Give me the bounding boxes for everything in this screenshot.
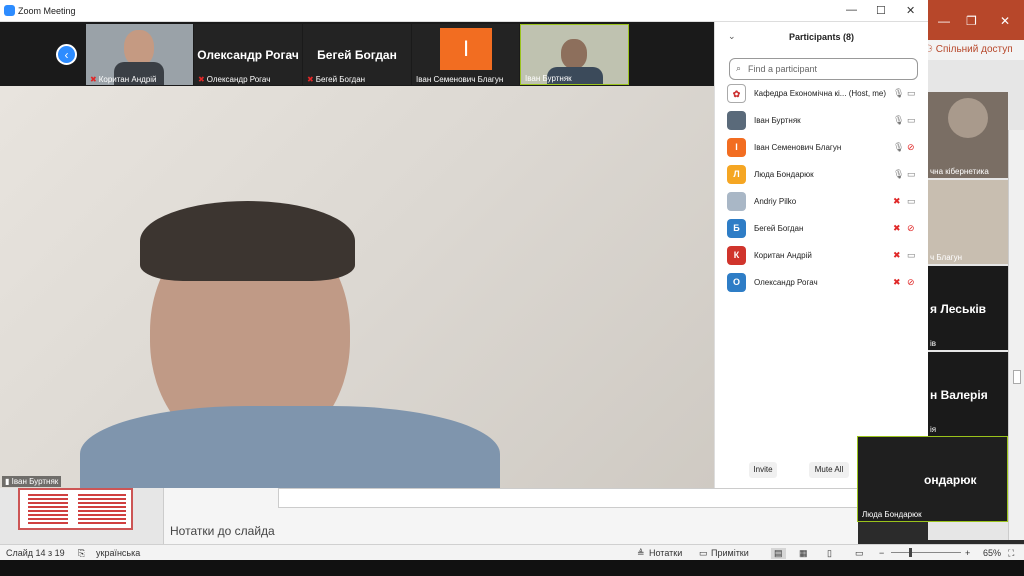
mic-muted-icon: ✖ (893, 250, 901, 260)
video-tile: н Валерія ія (928, 352, 1008, 436)
slide-sorter-icon[interactable]: ▦ (799, 548, 808, 559)
active-speaker-video (0, 86, 714, 488)
camera-icon: ▭ (907, 169, 916, 179)
camera-off-icon: ⊘ (907, 223, 915, 233)
video-tile: ч Благун (928, 180, 1008, 264)
emblem-image (948, 98, 988, 138)
camera-off-icon: ⊘ (907, 277, 915, 287)
minimize-icon[interactable]: — (846, 4, 857, 16)
spellcheck-icon[interactable]: ⎘ (78, 548, 85, 559)
scroll-thumb[interactable] (1013, 370, 1021, 384)
zoom-slider[interactable] (891, 552, 961, 553)
participant-row[interactable]: Іван Буртняк 🎙 ▭ (727, 111, 923, 131)
mic-muted-icon: ✖ (893, 196, 901, 206)
slide-counter: Слайд 14 з 19 (6, 548, 65, 558)
participant-row[interactable]: Andriy Pilko ✖ ▭ (727, 192, 923, 212)
video-tile-begey[interactable]: Бегей Богдан ✖ Бегей Богдан (303, 24, 411, 85)
camera-off-icon: ⊘ (907, 142, 915, 152)
avatar: К (727, 246, 746, 265)
mic-icon: 🎙 (893, 88, 905, 98)
close-icon[interactable]: ✕ (1000, 14, 1010, 28)
signal-icon: ▮ (5, 477, 12, 486)
window-title: Zoom Meeting (18, 6, 76, 16)
slide-canvas[interactable] (278, 488, 858, 508)
camera-icon: ▭ (907, 88, 916, 98)
avatar (727, 192, 746, 211)
mic-muted-icon: ✖ (893, 223, 901, 233)
panel-title: Participants (8) (788, 32, 855, 42)
participant-row[interactable]: І Іван Семенович Благун 🎙 ⊘ (727, 138, 923, 158)
participant-row[interactable]: О Олександр Рогач ✖ ⊘ (727, 273, 923, 293)
participant-row[interactable]: К Коритан Андрій ✖ ▭ (727, 246, 923, 266)
chevron-left-icon: ‹ (64, 48, 69, 62)
restore-icon[interactable]: ❐ (966, 14, 977, 28)
zoom-level[interactable]: 65% (983, 548, 1001, 558)
video-tile: чна кібернетика (928, 92, 1008, 178)
video-tile-koritan[interactable]: ✖ Коритан Андрій (86, 24, 193, 85)
zoom-logo-icon (4, 5, 15, 16)
zoom-in-icon[interactable]: + (965, 548, 970, 558)
comments-icon: ▭ (699, 548, 708, 558)
avatar: Л (727, 165, 746, 184)
video-tile-rogach[interactable]: Олександр Рогач ✖ Олександр Рогач (194, 24, 302, 85)
zoom-titlebar: Zoom Meeting — ☐ ✕ (0, 0, 928, 22)
mic-muted-icon: ✖ (90, 75, 97, 84)
mic-muted-icon: ✖ (198, 75, 205, 84)
avatar: О (727, 273, 746, 292)
taskbar-edge (0, 560, 1024, 576)
camera-icon: ▭ (907, 250, 916, 260)
minimize-icon[interactable]: — (938, 14, 950, 28)
video-tile-burtnyak[interactable]: Іван Буртняк (520, 24, 629, 85)
participant-video (561, 39, 587, 69)
participants-panel: ⌄ Participants (8) ⌕ Find a participant … (714, 22, 928, 488)
speaker-shirt (80, 406, 500, 488)
video-tile-blagun[interactable]: І Іван Семенович Благун (412, 24, 519, 85)
participant-video (124, 30, 154, 66)
notes-placeholder[interactable]: Нотатки до слайда (170, 524, 275, 538)
language-label[interactable]: українська (96, 548, 140, 558)
share-button[interactable]: ⚇ Спільний доступ (918, 40, 1024, 60)
avatar: І (440, 28, 492, 70)
fit-slide-icon[interactable]: ⛶ (1008, 548, 1014, 559)
mic-icon: 🎙 (893, 142, 905, 152)
participant-row[interactable]: Б Бегей Богдан ✖ ⊘ (727, 219, 923, 239)
slideshow-icon[interactable]: ▭ (855, 548, 864, 559)
zoom-out-icon[interactable]: − (879, 548, 884, 558)
speaker-caption: ▮ Іван Буртняк (2, 476, 62, 487)
mute-all-button[interactable]: Mute All (809, 462, 849, 478)
mic-muted-icon: ✖ (893, 277, 901, 287)
zoom-slider-thumb[interactable] (909, 548, 912, 557)
notes-icon: ≜ (637, 548, 645, 558)
floating-video-tile[interactable]: ондарюк Люда Бондарюк (857, 436, 1008, 522)
avatar: ✿ (727, 84, 746, 103)
previous-page-button[interactable]: ‹ (56, 44, 77, 65)
comments-button[interactable]: Примітки (711, 548, 749, 558)
camera-icon: ▭ (907, 196, 916, 206)
mic-icon: 🎙 (893, 115, 905, 125)
participant-row[interactable]: ✿ Кафедра Економічна кі... (Host, me) 🎙 … (727, 84, 923, 104)
mic-muted-icon: ✖ (307, 75, 314, 84)
avatar (727, 111, 746, 130)
powerpoint-titlebar: — ❐ ✕ (928, 0, 1024, 40)
reading-view-icon[interactable]: ▯ (827, 548, 832, 559)
participant-search-input[interactable]: ⌕ Find a participant (729, 58, 918, 80)
slide-thumbnail[interactable] (18, 488, 133, 530)
mic-icon: 🎙 (893, 169, 905, 179)
notes-button[interactable]: Нотатки (649, 548, 682, 558)
avatar: І (727, 138, 746, 157)
video-tile: я Леськів ів (928, 266, 1008, 350)
normal-view-icon[interactable]: ▤ (771, 548, 786, 559)
maximize-icon[interactable]: ☐ (876, 4, 886, 17)
camera-icon: ▭ (907, 115, 916, 125)
search-icon: ⌕ (736, 63, 742, 73)
participant-row[interactable]: Л Люда Бондарюк 🎙 ▭ (727, 165, 923, 185)
status-bar: Слайд 14 з 19 ⎘ українська ≜ Нотатки ▭ П… (0, 544, 1024, 560)
vertical-scrollbar[interactable] (1008, 130, 1024, 540)
invite-button[interactable]: Invite (749, 462, 777, 478)
avatar: Б (727, 219, 746, 238)
close-icon[interactable]: ✕ (906, 4, 915, 17)
speaker-hair (140, 201, 355, 281)
